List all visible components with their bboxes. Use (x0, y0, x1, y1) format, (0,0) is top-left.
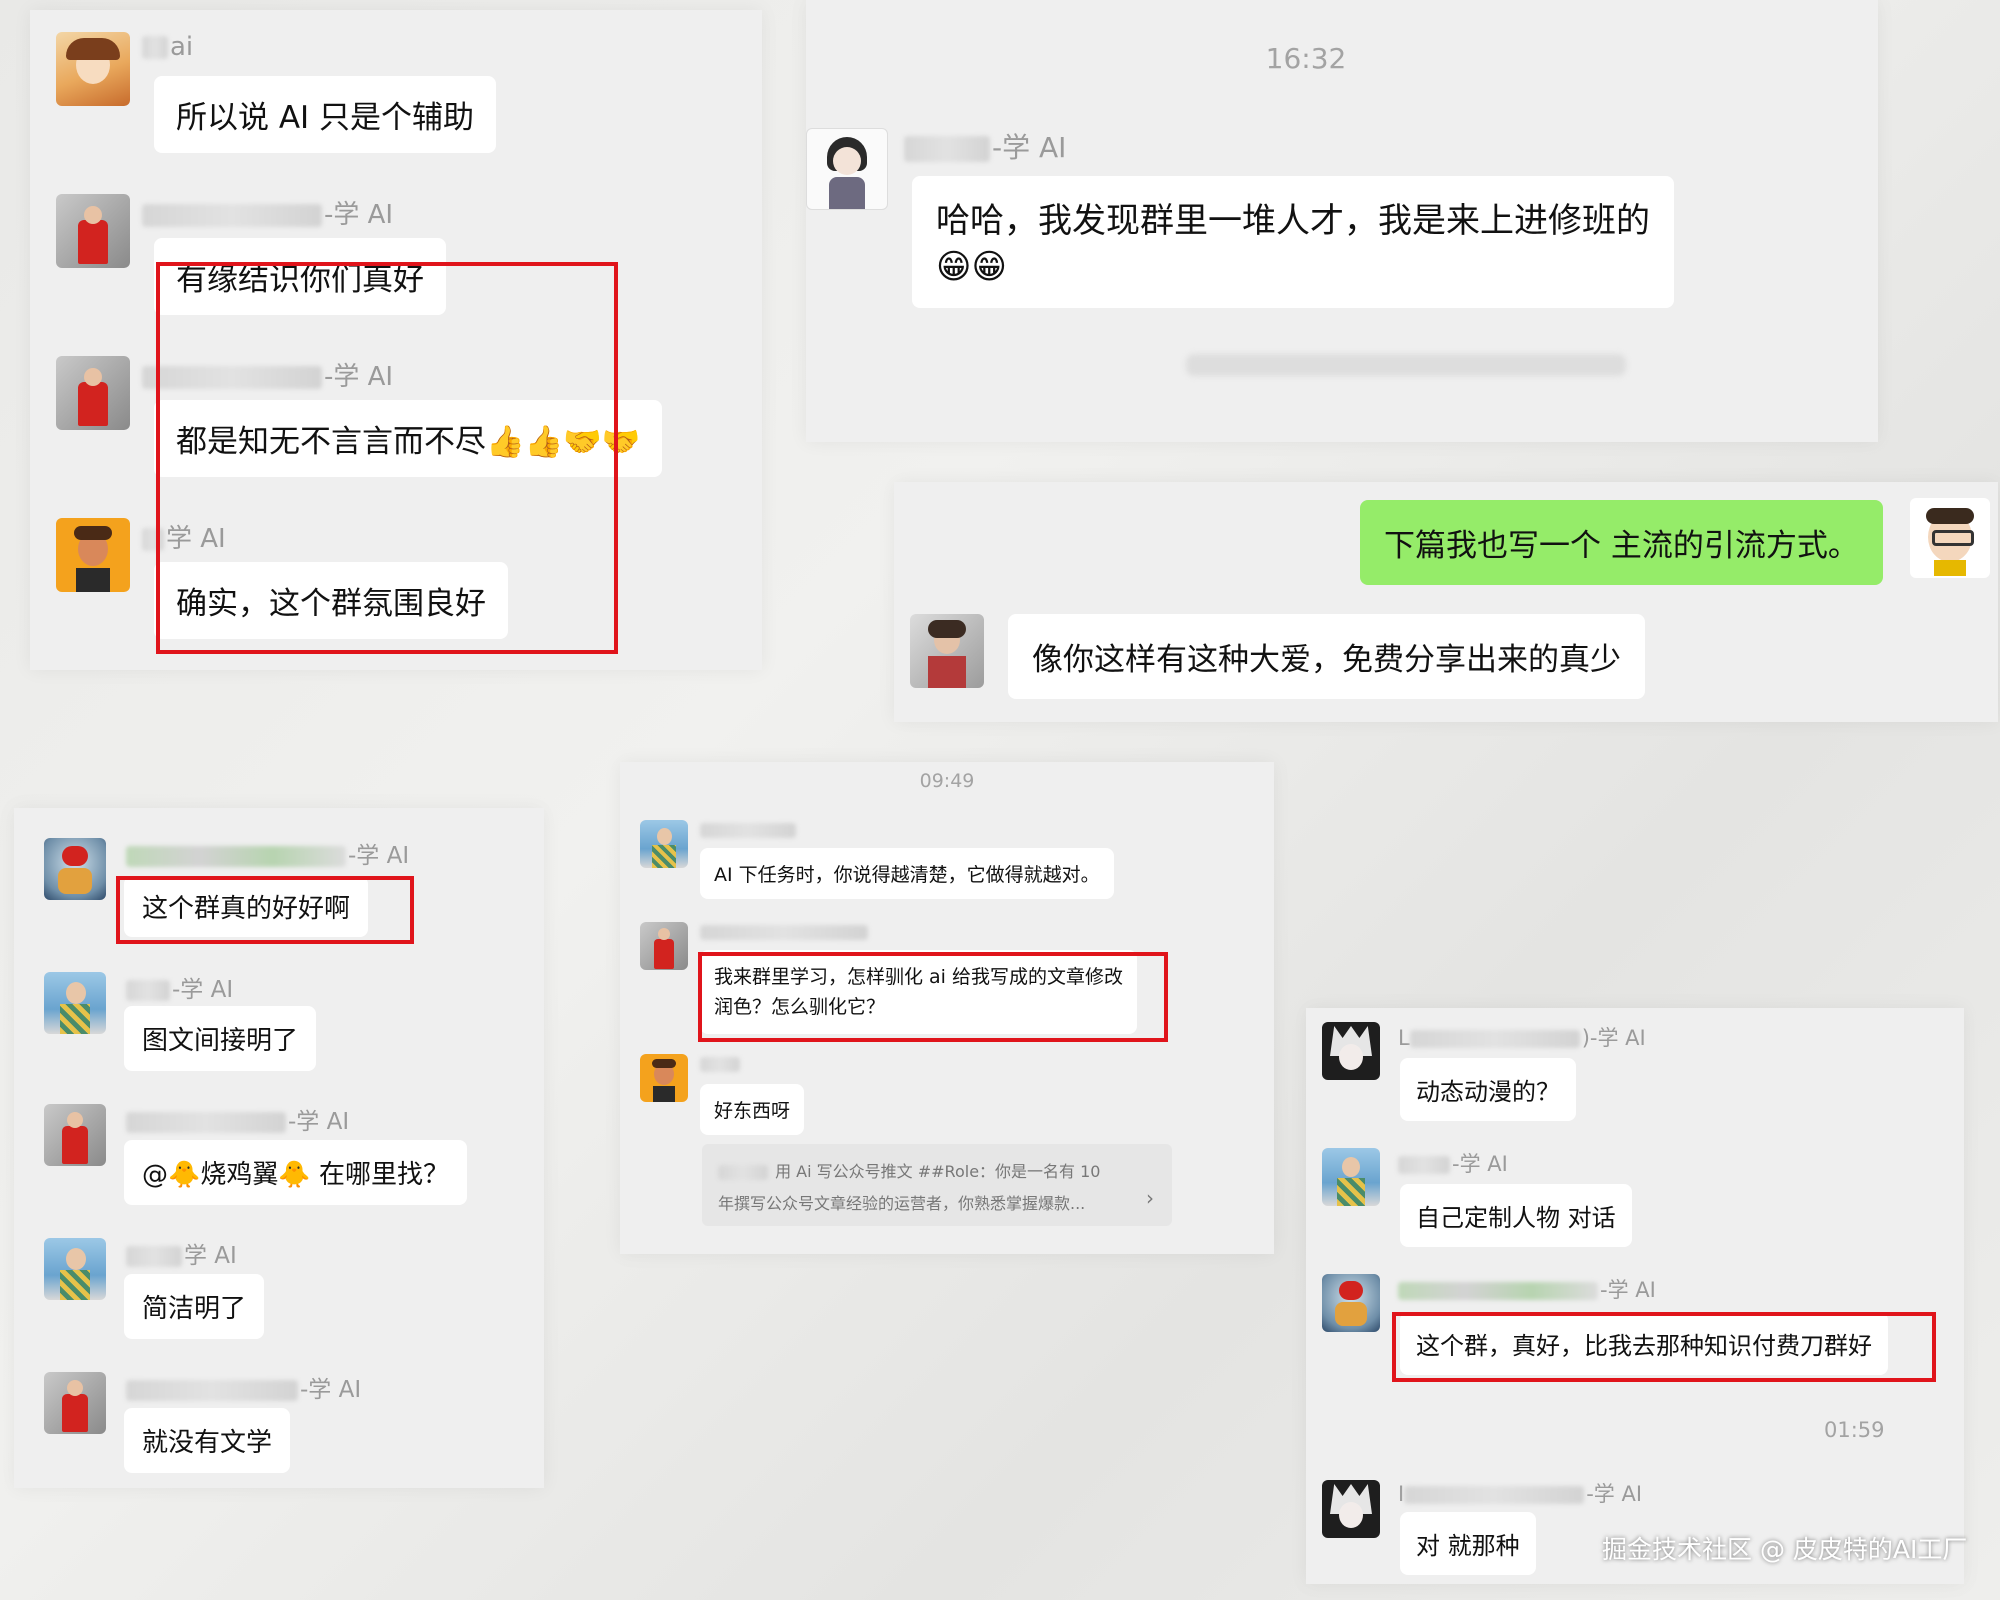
avatar[interactable] (910, 614, 984, 688)
avatar[interactable] (44, 1372, 106, 1434)
sender-name-suffix: -学 AI (348, 843, 410, 869)
message-bubble[interactable]: 图文间接明了 (124, 1006, 317, 1071)
avatar[interactable] (1322, 1148, 1380, 1206)
avatar[interactable] (56, 518, 130, 592)
sender-name: -学 AI (126, 836, 409, 870)
sender-name: -学 AI (904, 126, 1066, 166)
message-bubble[interactable]: @🐥烧鸡翼🐥 在哪里找？ (124, 1140, 468, 1205)
message-text: 哈哈，我发现群里一堆人才，我是来上进修班的 (936, 201, 1650, 241)
mention-at: @ (142, 1160, 168, 1190)
timestamp: 09:49 (919, 770, 975, 792)
sender-name-suffix: )-学 AI (1581, 1026, 1646, 1050)
sender-name: -学 AI (1398, 1148, 1508, 1178)
sender-name (700, 1054, 742, 1073)
sender-name-prefix: L (1398, 1026, 1410, 1050)
message-bubble[interactable]: 好东西呀 (700, 1084, 805, 1135)
avatar[interactable] (640, 922, 688, 970)
grinning-face-icon: 😁 (936, 247, 972, 287)
avatar[interactable] (806, 128, 888, 210)
sender-name-suffix: -学 AI (1586, 1482, 1643, 1506)
avatar-self[interactable] (1910, 498, 1990, 578)
article-link-card[interactable]: 用 Ai 写公众号推文 ##Role：你是一名有 10 年撰写公众号文章经验的运… (702, 1144, 1172, 1226)
sender-name-suffix: -学 AI (324, 200, 394, 230)
message-bubble[interactable]: AI 下任务时，你说得越清楚，它做得就越对。 (700, 848, 1114, 899)
chick-icon: 🐥 (168, 1160, 201, 1190)
chat-panel-3: 下篇我也写一个 主流的引流方式。 像你这样有这种大爱，免费分享出来的真少 (894, 482, 1998, 722)
message-text: 在哪里找？ (319, 1160, 450, 1190)
message-bubble[interactable]: 所以说 AI 只是个辅助 (154, 76, 497, 153)
avatar[interactable] (1322, 1274, 1380, 1332)
sender-name: 学 AI (126, 1236, 237, 1270)
grinning-face-icon: 😁 (971, 247, 1007, 287)
avatar[interactable] (56, 356, 130, 430)
highlight-box (156, 262, 618, 654)
link-card-title: 用 Ai 写公众号推文 ##Role：你是一名有 10 (775, 1162, 1101, 1181)
sender-name-suffix: 学 AI (184, 1243, 237, 1269)
message-bubble-self[interactable]: 下篇我也写一个 主流的引流方式。 (1360, 500, 1883, 585)
sender-name (700, 820, 798, 839)
sender-name: ai (142, 32, 193, 62)
sender-name-suffix: -学 AI (172, 977, 234, 1003)
chevron-right-icon: › (1146, 1186, 1154, 1210)
sender-name: -学 AI (126, 1370, 361, 1404)
highlight-box (698, 952, 1168, 1042)
sender-name: L )-学 AI (1398, 1022, 1646, 1052)
avatar[interactable] (44, 1238, 106, 1300)
avatar[interactable] (56, 194, 130, 268)
mention-name[interactable]: 烧鸡翼 (200, 1160, 278, 1190)
highlight-box (116, 876, 414, 944)
avatar[interactable] (1322, 1480, 1380, 1538)
timestamp: 16:32 (1265, 42, 1347, 75)
sender-name-suffix: -学 AI (300, 1377, 362, 1403)
avatar[interactable] (640, 1054, 688, 1102)
watermark-text: 掘金技术社区 @ 皮皮特的AI工厂 (1602, 1535, 1968, 1564)
message-bubble[interactable]: 动态动漫的？ (1400, 1058, 1576, 1121)
sender-name: I -学 AI (1398, 1478, 1642, 1508)
sender-name: -学 AI (126, 970, 233, 1004)
chat-panel-6: L)-学 AI 动态动漫的？ -学 AI 自己定制人物 对话 -学 AI 这个群… (1306, 1008, 1964, 1584)
message-bubble[interactable]: 就没有文学 (124, 1408, 291, 1473)
sender-name-suffix: -学 AI (1452, 1152, 1508, 1176)
chick-icon: 🐥 (278, 1160, 311, 1190)
sender-name-suffix: ai (170, 32, 194, 62)
sender-name: -学 AI (1398, 1274, 1656, 1304)
blurred-system-text (1186, 354, 1626, 376)
link-card-summary: 年撰写公众号文章经验的运营者，你熟悉掌握爆款... (718, 1194, 1086, 1213)
sender-name: -学 AI (142, 194, 393, 231)
chat-panel-2: 16:32 -学 AI 哈哈，我发现群里一堆人才，我是来上进修班的 😁😁 (806, 0, 1878, 442)
sender-name (700, 922, 870, 941)
highlight-box (1392, 1312, 1936, 1382)
message-bubble[interactable]: 对 就那种 (1400, 1512, 1536, 1575)
avatar[interactable] (640, 820, 688, 868)
avatar[interactable] (56, 32, 130, 106)
avatar[interactable] (44, 1104, 106, 1166)
message-bubble[interactable]: 像你这样有这种大爱，免费分享出来的真少 (1008, 614, 1645, 699)
avatar[interactable] (44, 838, 106, 900)
message-bubble[interactable]: 简洁明了 (124, 1274, 265, 1339)
sender-name-suffix: -学 AI (1600, 1278, 1656, 1302)
message-bubble[interactable]: 自己定制人物 对话 (1400, 1184, 1632, 1247)
sender-name: -学 AI (126, 1102, 349, 1136)
avatar[interactable] (44, 972, 106, 1034)
message-bubble[interactable]: 哈哈，我发现群里一堆人才，我是来上进修班的 😁😁 (912, 176, 1674, 308)
sender-name-suffix: -学 AI (992, 131, 1067, 164)
avatar[interactable] (1322, 1022, 1380, 1080)
timestamp: 01:59 (1824, 1418, 1885, 1442)
sender-name-suffix: -学 AI (288, 1109, 350, 1135)
